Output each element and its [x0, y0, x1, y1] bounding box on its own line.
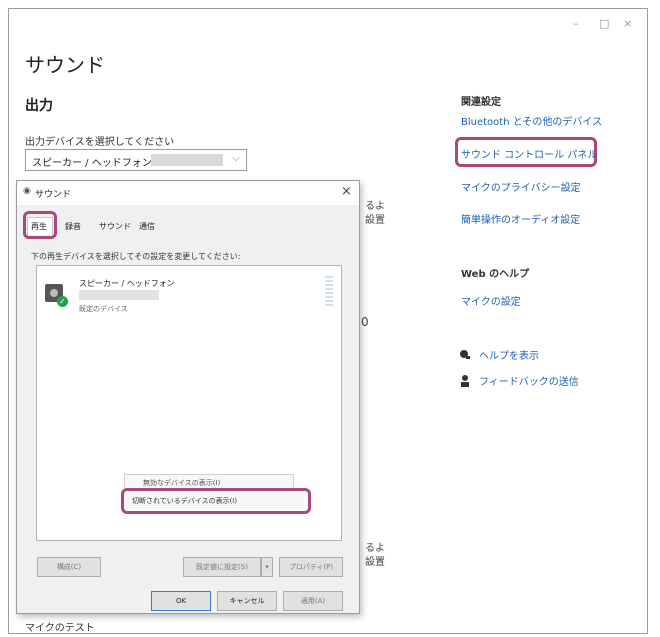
chevron-down-icon: ⌵ — [232, 153, 240, 164]
redacted-device-name — [151, 154, 223, 166]
output-device-dropdown[interactable]: スピーカー / ヘッドフォン ⌵ — [25, 149, 247, 171]
output-device-label: 出力デバイスを選択してください — [25, 137, 175, 148]
microphone-test-label: マイクのテスト — [25, 623, 95, 634]
page-title: サウンド — [25, 53, 105, 77]
send-feedback-label: フィードバックの送信 — [479, 377, 579, 388]
configure-button[interactable]: 構成(C) — [37, 557, 101, 577]
volume-meter — [325, 276, 333, 306]
sound-dialog: ◉ サウンド × 再生 録音 サウンド 通信 下の再生デバイスを選択してその設定… — [16, 180, 360, 614]
properties-button[interactable]: プロパティ(P) — [279, 557, 343, 577]
maximize-button[interactable]: □ — [599, 17, 609, 30]
ok-button[interactable]: OK — [151, 591, 211, 611]
highlight-box — [121, 488, 311, 514]
dialog-close-button[interactable]: × — [341, 184, 352, 199]
ease-of-access-audio-link[interactable]: 簡単操作のオーディオ設定 — [461, 211, 580, 226]
background-text: 設置 — [365, 557, 385, 568]
output-device-value: スピーカー / ヘッドフォン — [32, 158, 152, 169]
dialog-title: サウンド — [35, 190, 72, 200]
device-status: 既定のデバイス — [79, 305, 128, 313]
help-icon — [459, 349, 471, 361]
mic-setup-link[interactable]: マイクの設定 — [461, 293, 521, 308]
dialog-titlebar: ◉ サウンド × — [17, 181, 359, 205]
dialog-instruction: 下の再生デバイスを選択してその設定を変更してください: — [31, 252, 241, 261]
redacted-device-name — [79, 290, 159, 300]
feedback-icon — [459, 374, 471, 387]
get-help-label: ヘルプを表示 — [479, 351, 539, 362]
send-feedback-link[interactable]: フィードバックの送信 — [459, 373, 579, 388]
close-button[interactable]: × — [623, 17, 632, 30]
background-text: 0 — [361, 315, 369, 329]
tab-sounds[interactable]: サウンド — [99, 221, 131, 232]
apply-button[interactable]: 適用(A) — [283, 591, 343, 611]
web-help-heading: Web のヘルプ — [461, 269, 530, 280]
check-icon: ✓ — [57, 296, 68, 307]
sound-control-panel-link[interactable]: サウンド コントロール パネル — [461, 146, 597, 161]
minimize-button[interactable]: – — [573, 17, 579, 30]
background-text: 設置 — [365, 215, 385, 226]
mic-privacy-link[interactable]: マイクのプライバシー設定 — [461, 179, 581, 194]
bluetooth-devices-link[interactable]: Bluetooth とその他のデバイス — [461, 113, 602, 128]
speaker-icon: ◉ — [23, 186, 31, 196]
related-settings-heading: 関連設定 — [461, 97, 501, 108]
device-list[interactable]: ✓ スピーカー / ヘッドフォン 既定のデバイス 無効なデバイスの表示(I) 切… — [36, 265, 342, 541]
set-default-button[interactable]: 既定値に設定(S) — [183, 557, 261, 577]
set-default-dropdown[interactable]: ▾ — [261, 557, 273, 577]
tab-recording[interactable]: 録音 — [65, 221, 81, 232]
background-text: るよ — [365, 543, 385, 554]
output-heading: 出力 — [25, 98, 53, 114]
background-text: るよ — [365, 201, 385, 212]
cancel-button[interactable]: キャンセル — [217, 591, 277, 611]
highlight-box — [23, 211, 57, 239]
device-name: スピーカー / ヘッドフォン — [79, 279, 175, 288]
get-help-link[interactable]: ヘルプを表示 — [459, 347, 539, 362]
tab-communications[interactable]: 通信 — [139, 221, 155, 232]
